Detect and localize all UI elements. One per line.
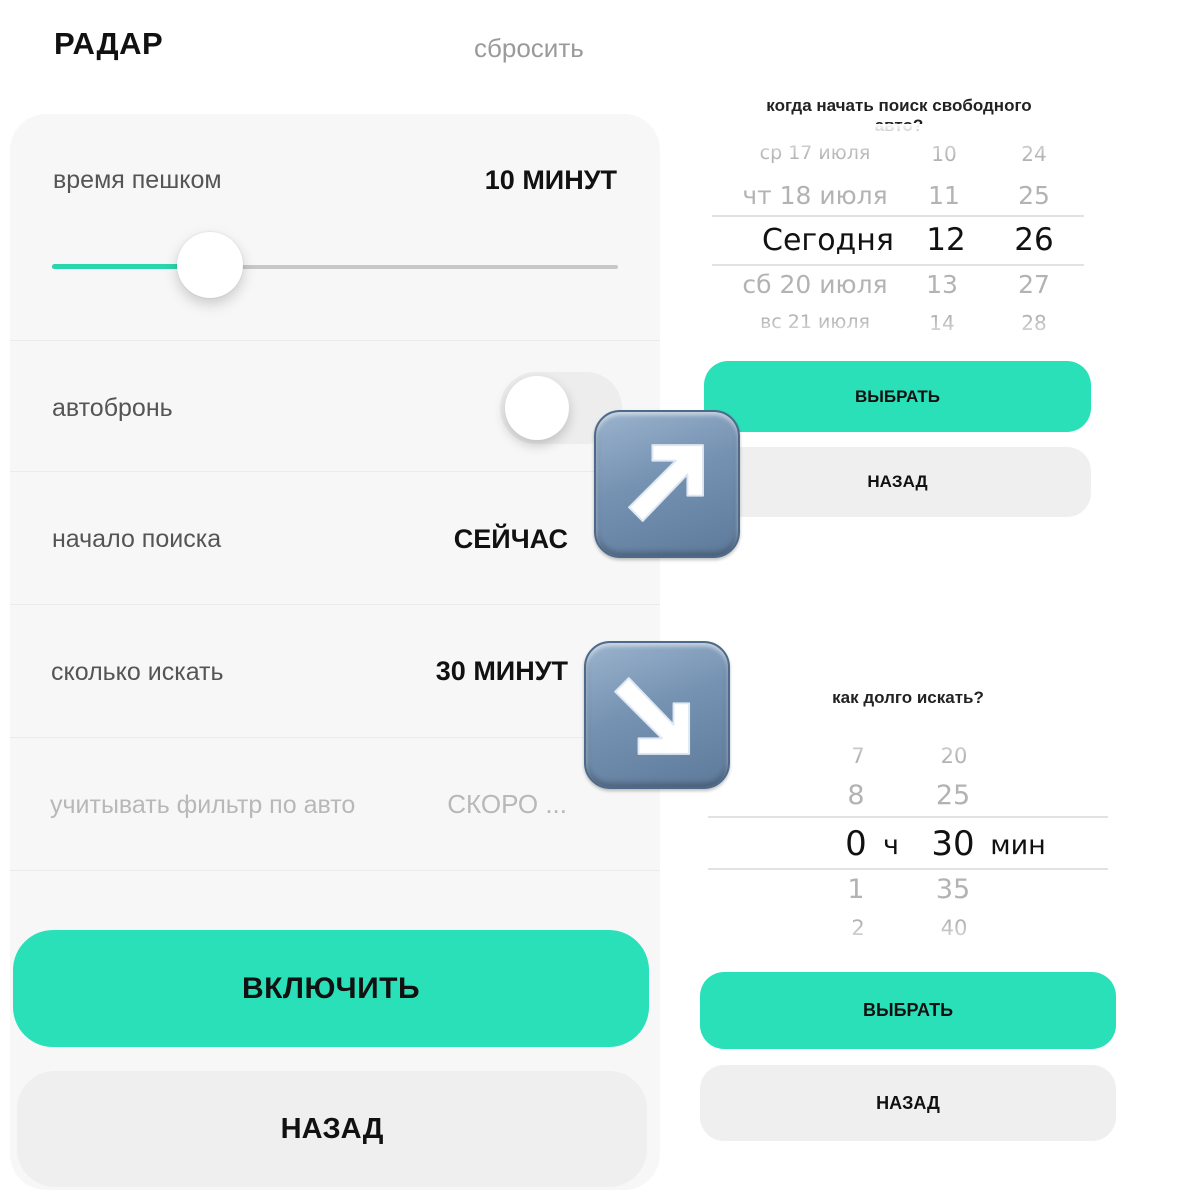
back-button[interactable]: НАЗАД (17, 1071, 647, 1187)
start-picker-select-button[interactable]: ВЫБРАТЬ (704, 361, 1091, 432)
picker-minute-selected[interactable]: 26 (1002, 222, 1066, 258)
duration-picker-wheel[interactable]: 7 8 0 ч 1 2 20 25 30 мин 35 40 (708, 724, 1108, 956)
picker-selection-line (708, 816, 1108, 818)
search-start-label: начало поиска (52, 525, 222, 553)
search-duration-label: сколько искать (51, 658, 224, 686)
duration-minute-item[interactable]: 35 (920, 874, 986, 905)
picker-hour-item[interactable]: 13 (912, 270, 972, 299)
picker-minute-item[interactable]: 28 (1002, 311, 1066, 335)
picker-day-item[interactable]: вс 21 июля (720, 311, 910, 333)
duration-picker-back-button[interactable]: НАЗАД (700, 1065, 1116, 1141)
car-filter-label: учитывать фильтр по авто (50, 791, 356, 819)
picker-minute-item[interactable]: 24 (1002, 142, 1066, 166)
walk-time-slider-thumb[interactable] (177, 232, 244, 298)
duration-hour-item[interactable]: 2 (828, 916, 888, 940)
duration-picker-question: как долго искать? (832, 688, 984, 707)
duration-hour-item[interactable]: 7 (828, 744, 888, 768)
autobook-toggle-knob[interactable] (505, 376, 569, 440)
car-filter-value: СКОРО ... (447, 789, 567, 819)
picker-fade (708, 922, 1108, 956)
autobook-label: автобронь (52, 394, 173, 422)
picker-minute-item[interactable]: 27 (1002, 270, 1066, 299)
picker-fade (708, 724, 1108, 758)
picker-hour-selected[interactable]: 12 (914, 222, 978, 258)
picker-minute-item[interactable]: 25 (1002, 181, 1066, 210)
picker-selection-line (712, 215, 1084, 217)
picker-day-item[interactable]: чт 18 июля (720, 181, 910, 210)
picker-hour-item[interactable]: 11 (914, 181, 974, 210)
arrow-down-right-icon (584, 641, 730, 789)
duration-hour-item[interactable]: 8 (826, 780, 886, 811)
duration-minute-selected[interactable]: 30 (918, 824, 988, 864)
search-start-value[interactable]: СЕЙЧАС (454, 524, 568, 555)
picker-day-item[interactable]: ср 17 июля (720, 142, 910, 164)
duration-minute-item[interactable]: 20 (922, 744, 986, 768)
divider (10, 340, 660, 341)
duration-hour-item[interactable]: 1 (826, 874, 886, 905)
duration-picker-select-button[interactable]: ВЫБРАТЬ (700, 972, 1116, 1049)
page-title: РАДАР (54, 26, 164, 61)
arrow-up-right-icon (594, 410, 740, 558)
picker-day-selected[interactable]: Сегодня (730, 223, 926, 258)
duration-minutes-unit: мин (990, 830, 1046, 861)
walk-time-value: 10 МИНУТ (484, 165, 617, 195)
divider (10, 604, 660, 605)
start-picker-wheel[interactable]: ср 17 июля чт 18 июля Сегодня сб 20 июля… (712, 124, 1086, 348)
divider (10, 471, 660, 472)
picker-selection-line (708, 868, 1108, 870)
reset-button[interactable]: сбросить (474, 33, 584, 64)
divider (10, 737, 660, 738)
duration-minute-item[interactable]: 40 (922, 916, 986, 940)
duration-hours-unit: ч (883, 830, 899, 861)
picker-day-item[interactable]: сб 20 июля (720, 270, 910, 299)
picker-hour-item[interactable]: 14 (912, 311, 972, 335)
picker-selection-line (712, 264, 1084, 266)
walk-time-label: время пешком (53, 166, 222, 194)
enable-button[interactable]: ВКЛЮЧИТЬ (13, 930, 649, 1047)
search-duration-value[interactable]: 30 МИНУТ (436, 656, 568, 687)
start-picker-back-button[interactable]: НАЗАД (704, 447, 1091, 517)
picker-hour-item[interactable]: 10 (914, 142, 974, 166)
duration-minute-item[interactable]: 25 (920, 780, 986, 811)
divider (10, 870, 660, 871)
